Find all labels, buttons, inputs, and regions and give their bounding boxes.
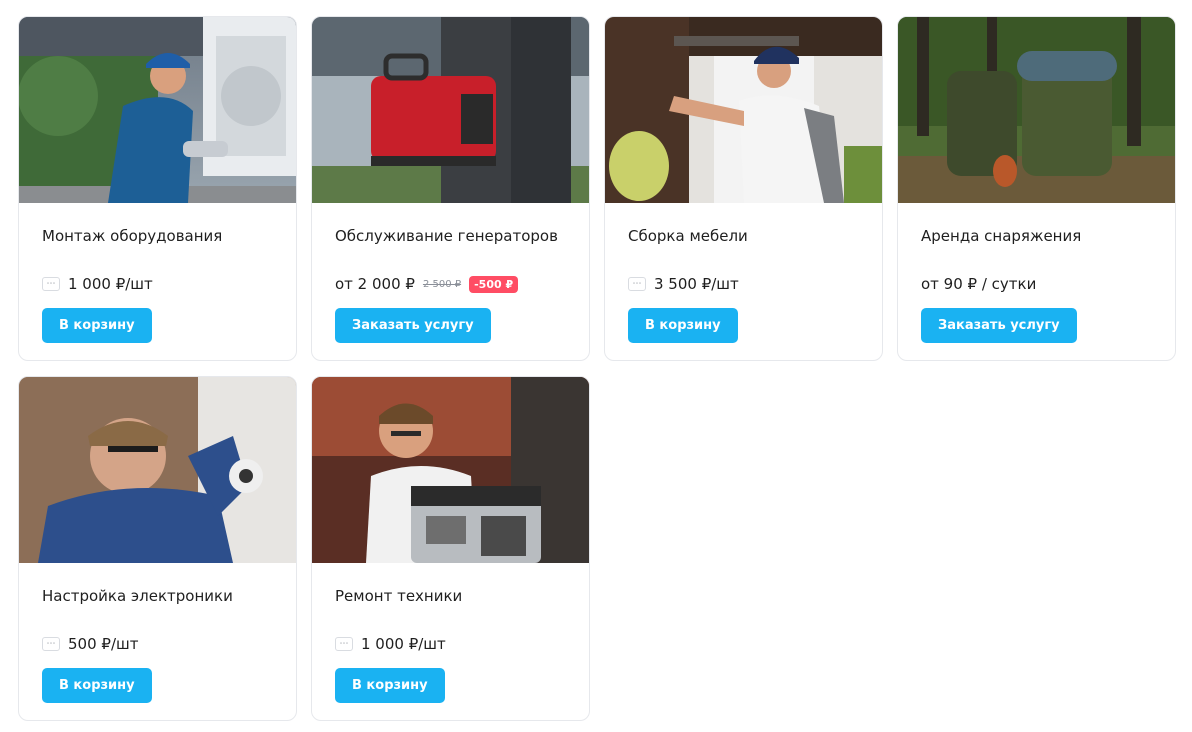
order-service-button[interactable]: Заказать услугу bbox=[335, 308, 491, 343]
price-row: от 90 ₽ / сутки bbox=[921, 274, 1036, 294]
furniture-assembly-photo bbox=[605, 17, 882, 203]
product-title[interactable]: Обслуживание генераторов bbox=[335, 227, 558, 245]
quantity-icon[interactable]: ⋯ bbox=[42, 637, 60, 651]
quantity-icon[interactable]: ⋯ bbox=[335, 637, 353, 651]
discount-badge: -500 ₽ bbox=[469, 275, 519, 293]
appliance-repair-photo bbox=[312, 377, 589, 563]
price: 3 500 ₽/шт bbox=[654, 275, 739, 293]
old-price: 2 500 ₽ bbox=[422, 278, 462, 290]
generator-photo bbox=[312, 17, 589, 203]
quantity-icon[interactable]: ⋯ bbox=[628, 277, 646, 291]
product-image[interactable] bbox=[605, 17, 882, 203]
product-card[interactable]: Настройка электроники ⋯ 500 ₽/шт В корзи… bbox=[18, 376, 297, 721]
product-title[interactable]: Настройка электроники bbox=[42, 587, 233, 605]
add-to-cart-button[interactable]: В корзину bbox=[42, 668, 152, 703]
price-row: от 2 000 ₽ 2 500 ₽ -500 ₽ bbox=[335, 274, 519, 294]
product-title[interactable]: Монтаж оборудования bbox=[42, 227, 222, 245]
product-title[interactable]: Ремонт техники bbox=[335, 587, 462, 605]
product-image[interactable] bbox=[19, 377, 296, 563]
quantity-icon[interactable]: ⋯ bbox=[42, 277, 60, 291]
product-image[interactable] bbox=[312, 377, 589, 563]
price: 500 ₽/шт bbox=[68, 635, 139, 653]
price: от 90 ₽ / сутки bbox=[921, 275, 1037, 293]
price: от 2 000 ₽ bbox=[335, 275, 415, 293]
ac-installer-photo bbox=[19, 17, 296, 203]
product-title[interactable]: Аренда снаряжения bbox=[921, 227, 1081, 245]
product-image[interactable] bbox=[898, 17, 1175, 203]
price: 1 000 ₽/шт bbox=[68, 275, 153, 293]
product-image[interactable] bbox=[19, 17, 296, 203]
add-to-cart-button[interactable]: В корзину bbox=[628, 308, 738, 343]
product-title[interactable]: Сборка мебели bbox=[628, 227, 748, 245]
order-service-button[interactable]: Заказать услугу bbox=[921, 308, 1077, 343]
product-card[interactable]: Аренда снаряжения от 90 ₽ / сутки Заказа… bbox=[897, 16, 1176, 361]
product-grid: Монтаж оборудования ⋯ 1 000 ₽/шт В корзи… bbox=[0, 0, 1192, 732]
product-card[interactable]: Монтаж оборудования ⋯ 1 000 ₽/шт В корзи… bbox=[18, 16, 297, 361]
price: 1 000 ₽/шт bbox=[361, 635, 446, 653]
product-card[interactable]: Ремонт техники ⋯ 1 000 ₽/шт В корзину bbox=[311, 376, 590, 721]
product-image[interactable] bbox=[312, 17, 589, 203]
product-card[interactable]: Обслуживание генераторов от 2 000 ₽ 2 50… bbox=[311, 16, 590, 361]
product-card[interactable]: Сборка мебели ⋯ 3 500 ₽/шт В корзину bbox=[604, 16, 883, 361]
price-row: ⋯ 1 000 ₽/шт bbox=[42, 274, 153, 294]
camera-setup-photo bbox=[19, 377, 296, 563]
add-to-cart-button[interactable]: В корзину bbox=[42, 308, 152, 343]
camping-gear-photo bbox=[898, 17, 1175, 203]
price-row: ⋯ 3 500 ₽/шт bbox=[628, 274, 739, 294]
price-row: ⋯ 1 000 ₽/шт bbox=[335, 634, 446, 654]
add-to-cart-button[interactable]: В корзину bbox=[335, 668, 445, 703]
price-row: ⋯ 500 ₽/шт bbox=[42, 634, 138, 654]
